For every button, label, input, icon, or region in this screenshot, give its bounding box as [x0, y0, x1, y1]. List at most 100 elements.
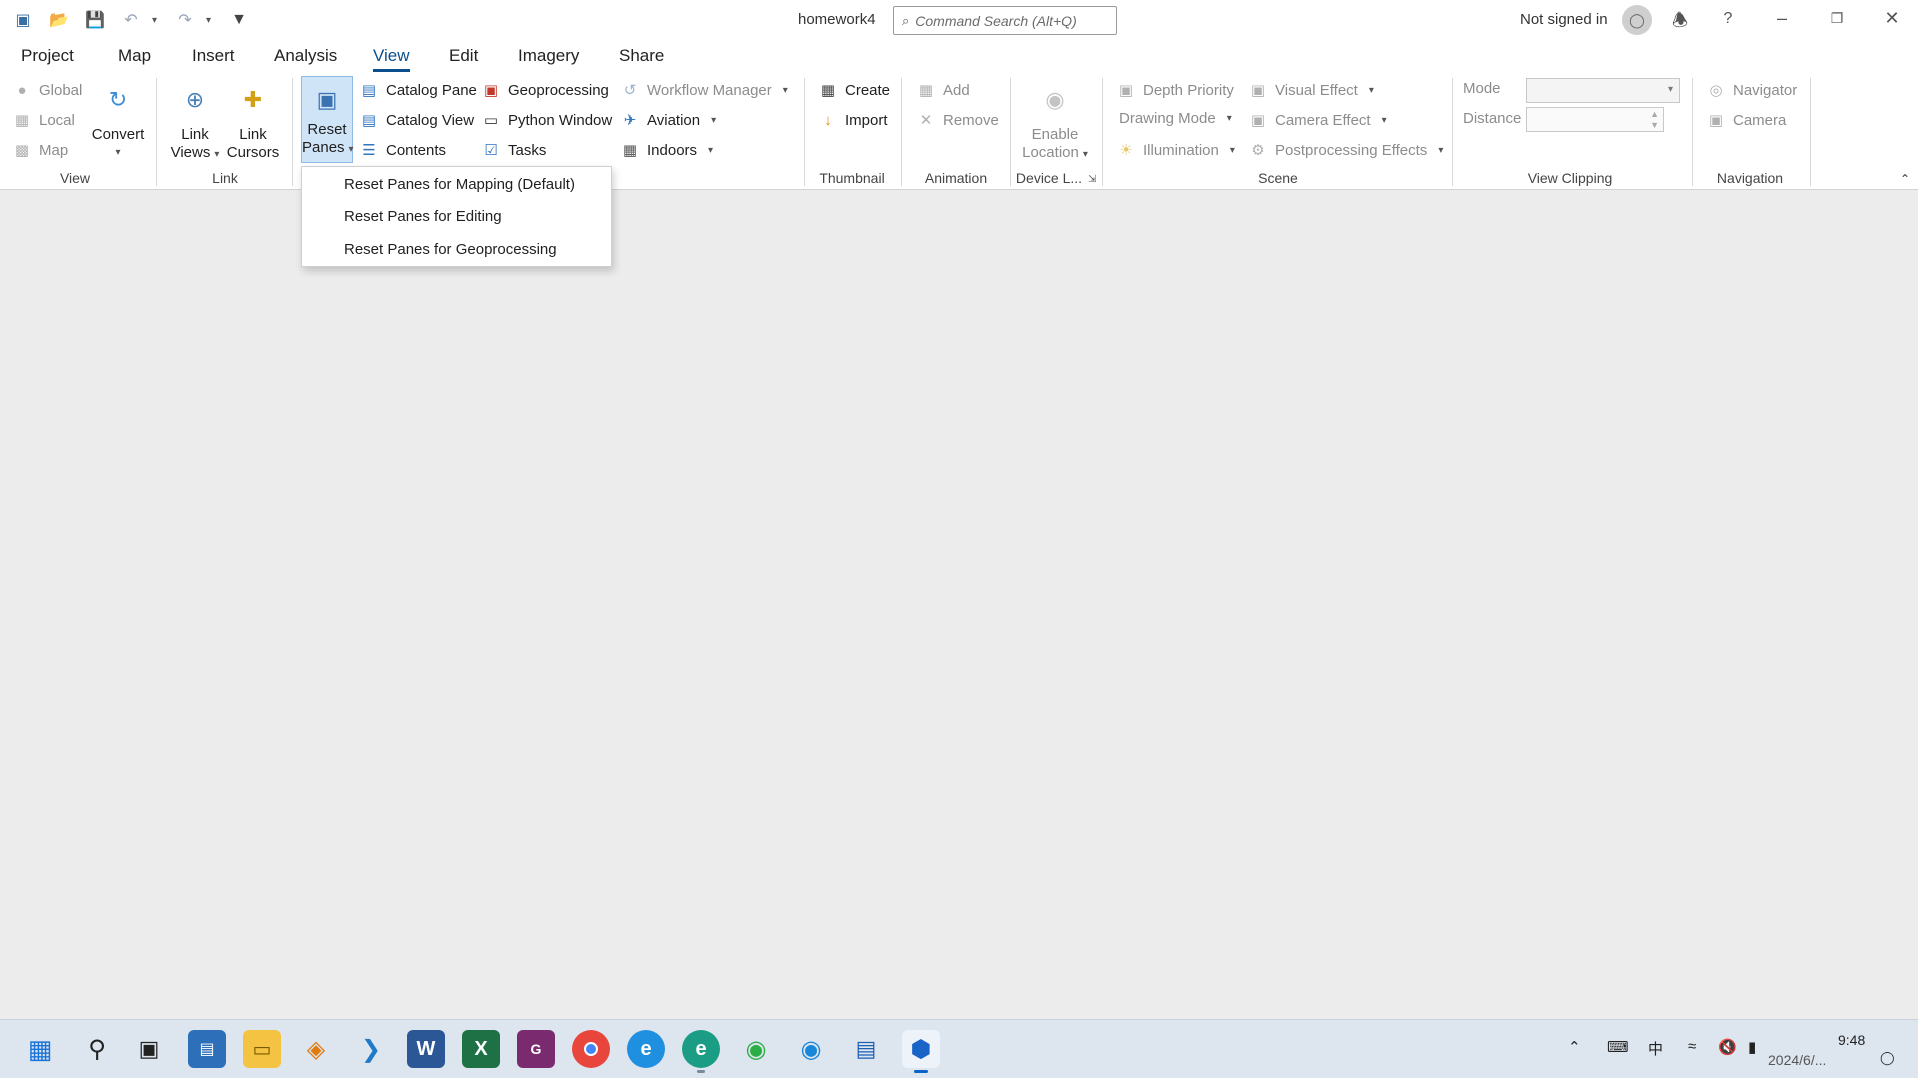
global-button[interactable]: ● Global	[12, 80, 82, 100]
menu-item-reset-geoprocessing[interactable]: Reset Panes for Geoprocessing	[344, 241, 557, 258]
reset-panes-button[interactable]: ▣ Reset Panes ▾	[301, 76, 354, 163]
notepad-icon[interactable]: ▤	[847, 1030, 885, 1068]
undo-dropdown-icon[interactable]: ▾	[152, 15, 164, 26]
user-avatar-icon[interactable]: ◯	[1622, 5, 1652, 35]
restore-icon[interactable]: ❐	[1823, 10, 1851, 27]
edge-icon[interactable]: e	[682, 1030, 720, 1073]
arcgis-pro-icon[interactable]: ⬢	[902, 1030, 940, 1073]
chrome-center-icon	[584, 1042, 598, 1056]
camera-effect-label: Camera Effect	[1275, 111, 1371, 129]
ime-indicator[interactable]: 中	[1648, 1038, 1663, 1059]
postprocessing-effects-button[interactable]: ⚙ Postprocessing Effects ▾	[1248, 140, 1443, 160]
tab-project[interactable]: Project	[21, 46, 74, 66]
menu-item-reset-mapping[interactable]: Reset Panes for Mapping (Default)	[344, 176, 575, 193]
command-search-input[interactable]: ⌕ Command Search (Alt+Q)	[893, 6, 1117, 35]
minimize-icon[interactable]: –	[1768, 8, 1796, 29]
clipping-distance-label: Distance	[1463, 110, 1522, 127]
tab-edit[interactable]: Edit	[449, 46, 478, 66]
redo-icon[interactable]: ↷	[170, 8, 200, 32]
signin-status[interactable]: Not signed in	[1520, 11, 1608, 28]
redo-dropdown-icon[interactable]: ▾	[206, 15, 218, 26]
vscode-icon[interactable]: ❯	[352, 1030, 390, 1068]
device-dialog-launcher-icon[interactable]: ⇲	[1088, 174, 1096, 185]
app-orange-icon[interactable]: ◈	[297, 1030, 335, 1068]
ie-browser-icon[interactable]: e	[627, 1030, 665, 1068]
wechat-icon[interactable]: ◉	[737, 1030, 775, 1068]
save-project-icon[interactable]: 💾	[80, 8, 110, 32]
import-thumbnail-button[interactable]: ↓ Import	[818, 110, 887, 130]
contents-button[interactable]: ☰ Contents	[359, 140, 446, 160]
search-placeholder: Command Search (Alt+Q)	[915, 12, 1077, 29]
windows-start-icon[interactable]: ▦	[21, 1030, 59, 1068]
clipping-mode-select[interactable]: ▾	[1526, 78, 1680, 103]
new-project-icon[interactable]: ▣	[8, 8, 38, 32]
illumination-label: Illumination	[1143, 141, 1219, 159]
group-separator	[804, 78, 805, 186]
remove-animation-button[interactable]: ✕ Remove	[916, 110, 999, 130]
tab-map[interactable]: Map	[118, 46, 151, 66]
navigator-button[interactable]: ◎ Navigator	[1706, 80, 1797, 100]
task-view-icon[interactable]: ▣	[130, 1030, 168, 1068]
create-thumbnail-button[interactable]: ▦ Create	[818, 80, 890, 100]
map-button[interactable]: ▩ Map	[12, 140, 68, 160]
geoprocessing-button[interactable]: ▣ Geoprocessing	[481, 80, 609, 100]
python-window-button[interactable]: ▭ Python Window	[481, 110, 612, 130]
tab-share[interactable]: Share	[619, 46, 664, 66]
menu-item-reset-editing[interactable]: Reset Panes for Editing	[344, 208, 502, 225]
camera-effect-button[interactable]: ▣ Camera Effect ▾	[1248, 110, 1387, 130]
depth-priority-button[interactable]: ▣ Depth Priority	[1116, 80, 1234, 100]
link-cursors-button[interactable]: ✚ Link Cursors	[224, 78, 282, 162]
visual-effect-button[interactable]: ▣ Visual Effect ▾	[1248, 80, 1374, 100]
file-explorer-icon[interactable]: ▭	[243, 1030, 281, 1068]
wifi-icon[interactable]: ≈	[1688, 1038, 1696, 1055]
illumination-button[interactable]: ☀ Illumination ▾	[1116, 140, 1235, 160]
group-label-scene: Scene	[1258, 170, 1298, 186]
tab-view[interactable]: View	[373, 46, 410, 72]
word-icon[interactable]: W	[407, 1030, 445, 1068]
tab-analysis[interactable]: Analysis	[274, 46, 337, 66]
clipping-distance-input[interactable]: ▲ ▼	[1526, 107, 1664, 132]
indoors-icon: ▦	[622, 142, 638, 159]
customize-qat-icon[interactable]: ▼	[224, 8, 254, 32]
taskbar: ▦ ⚲ ▣ ▤ ▭ ◈ ❯ W X G e e ◉ ◉ ▤ ⬢ ⌃ ⌨ 中 ≈ …	[0, 1019, 1918, 1078]
tasks-button[interactable]: ☑ Tasks	[481, 140, 546, 160]
collapse-ribbon-icon[interactable]: ⌃	[1900, 172, 1910, 186]
tab-imagery[interactable]: Imagery	[518, 46, 579, 66]
volume-muted-icon[interactable]: 🔇	[1718, 1038, 1737, 1056]
link-cursors-icon: ✚	[243, 87, 263, 112]
local-button[interactable]: ▦ Local	[12, 110, 75, 130]
catalog-view-button[interactable]: ▤ Catalog View	[359, 110, 474, 130]
help-icon[interactable]: ?	[1714, 10, 1742, 28]
camera-button[interactable]: ▣ Camera	[1706, 110, 1786, 130]
drawing-mode-button[interactable]: Drawing Mode ▾	[1119, 110, 1232, 127]
excel-icon[interactable]: X	[462, 1030, 500, 1068]
system-date[interactable]: 2024/6/...	[1768, 1052, 1826, 1068]
spin-down-icon[interactable]: ▼	[1650, 120, 1659, 130]
workflow-manager-button[interactable]: ↺ Workflow Manager ▾	[620, 80, 788, 100]
indoors-button[interactable]: ▦ Indoors ▾	[620, 140, 713, 160]
catalog-pane-button[interactable]: ▤ Catalog Pane	[359, 80, 477, 100]
system-clock[interactable]: 9:48	[1838, 1032, 1865, 1048]
tab-insert[interactable]: Insert	[192, 46, 235, 66]
pdf-editor-icon[interactable]: G	[517, 1030, 555, 1068]
enable-location-button[interactable]: ◉ Enable Location ▾	[1016, 78, 1094, 164]
notification-icon[interactable]: ◯	[1880, 1050, 1895, 1066]
tasks-icon: ☑	[484, 142, 498, 159]
chrome-icon[interactable]	[572, 1030, 610, 1068]
control-panel-icon[interactable]: ▤	[188, 1030, 226, 1068]
spin-up-icon[interactable]: ▲	[1650, 109, 1659, 119]
close-icon[interactable]: ✕	[1878, 8, 1906, 29]
link-views-button[interactable]: ⊕ Link Views ▾	[168, 78, 222, 164]
show-hidden-icons-icon[interactable]: ⌃	[1568, 1038, 1581, 1056]
aviation-button[interactable]: ✈ Aviation ▾	[620, 110, 716, 130]
notification-bell-icon[interactable]: 🕭	[1666, 8, 1694, 38]
battery-icon[interactable]: ▮	[1748, 1038, 1756, 1056]
add-animation-button[interactable]: ▦ Add	[916, 80, 970, 100]
python-window-icon: ▭	[483, 112, 499, 129]
convert-button[interactable]: ↻ Convert ▾	[90, 78, 146, 162]
chat-app-icon[interactable]: ◉	[792, 1030, 830, 1068]
undo-icon[interactable]: ↶	[116, 8, 146, 32]
open-project-icon[interactable]: 📂	[44, 8, 74, 32]
search-icon[interactable]: ⚲	[78, 1030, 116, 1068]
touch-keyboard-icon[interactable]: ⌨	[1607, 1038, 1629, 1056]
